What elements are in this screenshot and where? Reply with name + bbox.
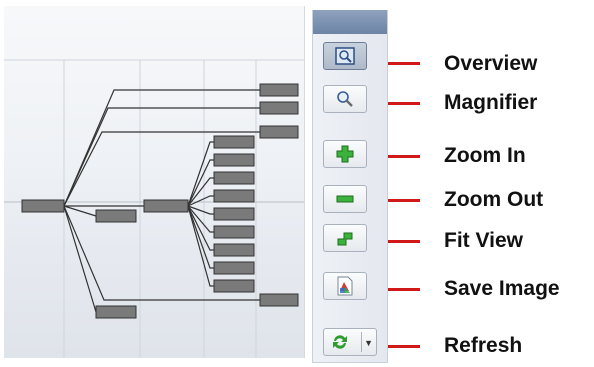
refresh-button[interactable]: ▼ — [323, 328, 377, 356]
magnifier-label: Magnifier — [444, 91, 538, 114]
minus-icon — [336, 195, 354, 203]
toolbar-header — [313, 10, 387, 34]
tree-node — [213, 243, 255, 257]
tree-node — [143, 199, 189, 213]
tree-node — [213, 135, 255, 149]
magnifier-icon — [337, 91, 353, 107]
tree-node — [21, 199, 65, 213]
zoom-in-callout-line — [388, 155, 420, 158]
chevron-down-icon[interactable]: ▼ — [364, 338, 373, 348]
refresh-callout-line — [388, 345, 420, 348]
refresh-icon — [333, 335, 347, 349]
split-divider — [361, 332, 362, 352]
fit-view-callout-line — [388, 240, 420, 243]
tree-node — [213, 279, 255, 293]
diagram-canvas[interactable] — [4, 6, 305, 358]
tree-diagram — [4, 59, 304, 358]
view-toolbar: ▼ — [312, 10, 388, 363]
tree-node — [259, 83, 299, 97]
tree-node — [213, 153, 255, 167]
tree-node — [213, 225, 255, 239]
overview-icon — [335, 47, 355, 65]
tree-node — [95, 209, 137, 223]
tree-node — [213, 189, 255, 203]
zoom-out-label: Zoom Out — [444, 188, 544, 211]
tree-node — [259, 101, 299, 115]
tree-node — [259, 125, 299, 139]
fit-view-button[interactable] — [323, 224, 367, 252]
fit-view-icon — [337, 232, 353, 246]
tree-node — [95, 305, 137, 319]
overview-button[interactable] — [323, 42, 367, 70]
zoom-out-button[interactable] — [323, 185, 367, 213]
tree-node — [213, 171, 255, 185]
save-image-button[interactable] — [323, 272, 367, 300]
magnifier-button[interactable] — [323, 85, 367, 113]
plus-icon — [336, 145, 354, 163]
fit-view-label: Fit View — [444, 229, 523, 252]
zoom-in-label: Zoom In — [444, 144, 526, 167]
refresh-label: Refresh — [444, 334, 523, 357]
zoom-in-button[interactable] — [323, 140, 367, 168]
overview-label: Overview — [444, 52, 538, 75]
tree-node — [213, 261, 255, 275]
save-image-label: Save Image — [444, 277, 560, 300]
overview-callout-line — [388, 62, 420, 65]
save-image-icon — [337, 276, 353, 296]
zoom-out-callout-line — [388, 199, 420, 202]
tree-node — [259, 293, 299, 307]
magnifier-callout-line — [388, 102, 420, 105]
tree-node — [213, 207, 255, 221]
save-image-callout-line — [388, 288, 420, 291]
